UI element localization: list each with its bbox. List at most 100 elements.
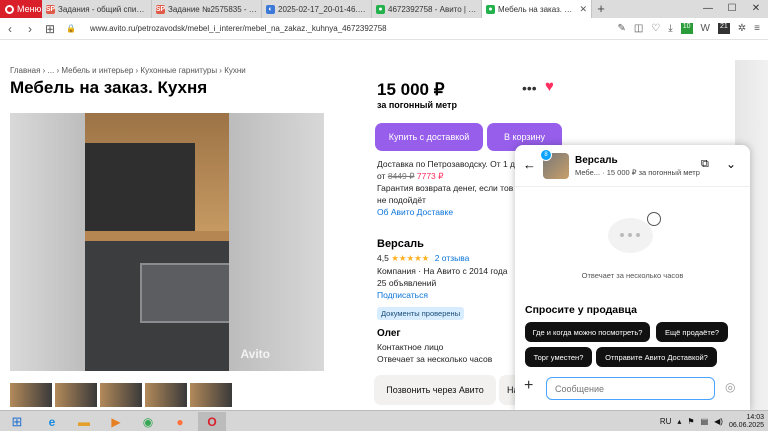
browser-tab-4[interactable]: ● 4672392758 - Авито | Объ: [372, 0, 482, 18]
browser-tab-bar: Меню SP Задания - общий список SP Задани…: [0, 0, 768, 18]
contact-role: Контактное лицо: [377, 342, 444, 352]
seller-name[interactable]: Версаль: [377, 238, 424, 250]
back-arrow-icon[interactable]: ←: [523, 157, 536, 172]
subscribe-link[interactable]: Подписаться: [377, 290, 428, 300]
call-via-avito-button[interactable]: Позвонить через Авито: [374, 375, 496, 405]
browser-tab-3[interactable]: ◐ 2025-02-17_20-01-46.png: [262, 0, 372, 18]
browser-tab-2[interactable]: SP Задание №2575835 - про: [152, 0, 262, 18]
firefox-icon[interactable]: ●: [166, 412, 194, 431]
volume-icon[interactable]: ◀): [714, 417, 723, 426]
camera-icon[interactable]: ◫: [634, 23, 643, 34]
puzzle-icon[interactable]: ✲: [738, 23, 746, 34]
about-delivery-link[interactable]: Об Авито Доставке: [377, 207, 453, 217]
opera-logo-icon: [5, 4, 14, 14]
extension-badge-icon[interactable]: 10: [680, 23, 693, 34]
browser-tab-1[interactable]: SP Задания - общий список: [42, 0, 152, 18]
more-options-icon[interactable]: •••: [522, 80, 537, 96]
favorite-heart-icon[interactable]: ♥: [545, 78, 554, 95]
file-icon: ◐: [266, 4, 275, 14]
menu-icon[interactable]: ≡: [754, 23, 760, 34]
browser-tab-5-active[interactable]: ● Мебель на заказ. Кухня к ✕: [482, 0, 592, 18]
photo-countertop: [85, 231, 230, 241]
message-input[interactable]: [546, 377, 715, 400]
delivery-info: Доставка по Петрозаводску. От 1 д от 844…: [377, 158, 517, 218]
start-button-icon[interactable]: ⊞: [2, 412, 32, 431]
guarantee-text: Гарантия возврата денег, если тов не под…: [377, 183, 514, 205]
sp-icon: SP: [155, 4, 166, 14]
buy-with-delivery-button[interactable]: Купить с доставкой: [375, 123, 483, 151]
chat-response-status: Отвечает за несколько часов: [581, 271, 684, 280]
delivery-new-price: 7773 ₽: [416, 171, 444, 181]
chevron-down-icon[interactable]: ⌄: [726, 157, 736, 171]
seller-company: Компания · На Авито с 2014 года: [377, 266, 508, 276]
quick-question-button[interactable]: Ещё продаёте?: [656, 322, 728, 342]
tab-title: Задания - общий список: [58, 4, 147, 14]
price-unit: за погонный метр: [377, 100, 457, 110]
tab-title: 4672392758 - Авито | Объ: [388, 4, 477, 14]
menu-label: Меню: [17, 4, 42, 14]
chat-input-row: + ◎: [515, 373, 750, 410]
extensions-bar: ✎ ◫ ♡ ⤓ 10 W 21 ✲ ≡: [617, 23, 768, 34]
photo-blur-right: [229, 113, 324, 371]
contact-response-time: Отвечает за несколько часов: [377, 354, 493, 364]
opera-taskbar-icon[interactable]: O: [198, 412, 226, 431]
chat-panel: ← 8 Версаль Мебе... · 15 000 ₽ за погонн…: [515, 145, 750, 410]
opera-menu-button[interactable]: Меню: [0, 0, 42, 18]
page-title: Мебель на заказ. Кухня: [10, 78, 208, 97]
camera-icon[interactable]: ◎: [725, 380, 735, 394]
lock-icon: 🔒: [66, 24, 76, 33]
thumbnail-strip: [10, 383, 232, 407]
contact-name: Олег: [377, 328, 401, 339]
bubble-dot: [636, 233, 640, 237]
chat-item-subtitle: Мебе... · 15 000 ₽ за погонный метр: [575, 168, 700, 177]
breadcrumb[interactable]: Главная › ... › Мебель и интерьер › Кухо…: [10, 66, 246, 75]
product-photo[interactable]: Avito: [10, 113, 324, 371]
close-tab-icon[interactable]: ✕: [579, 4, 587, 15]
ie-icon[interactable]: e: [38, 412, 66, 431]
wordstat-icon[interactable]: W: [701, 23, 710, 34]
thumbnail[interactable]: [190, 383, 232, 407]
network-icon[interactable]: ▤: [701, 417, 709, 426]
tray-arrow-icon[interactable]: ▴: [677, 417, 681, 426]
media-player-icon[interactable]: ▶: [102, 412, 130, 431]
reviews-link[interactable]: 2 отзыва: [435, 253, 470, 263]
thumbnail[interactable]: [100, 383, 142, 407]
quick-question-button[interactable]: Отправите Авито Доставкой?: [596, 347, 717, 367]
bubble-dot: [620, 233, 624, 237]
thumbnail[interactable]: [55, 383, 97, 407]
seller-ads-count[interactable]: 25 объявлений: [377, 278, 436, 288]
delivery-text: Доставка по Петрозаводску. От 1 д: [377, 159, 516, 169]
flag-icon[interactable]: ⚑: [687, 417, 694, 426]
speed-dial-icon[interactable]: ⊞: [40, 22, 60, 36]
quick-question-button[interactable]: Где и когда можно посмотреть?: [525, 322, 650, 342]
rating-stars-icon: ★★★★★: [391, 253, 430, 263]
heart-outline-icon[interactable]: ♡: [651, 23, 660, 34]
tab-title: Мебель на заказ. Кухня к: [498, 4, 576, 14]
chrome-icon[interactable]: ◉: [134, 412, 162, 431]
thumbnail[interactable]: [145, 383, 187, 407]
delivery-old-price: 8449 ₽: [387, 171, 415, 181]
clock-date: 06.06.2025: [728, 421, 764, 429]
forward-icon[interactable]: ›: [20, 22, 40, 36]
close-window-icon[interactable]: ✕: [744, 0, 768, 18]
extension-badge-icon[interactable]: 21: [717, 23, 730, 34]
new-tab-button[interactable]: +: [592, 0, 610, 18]
attach-plus-icon[interactable]: +: [524, 377, 533, 395]
ask-seller-title: Спросите у продавца: [525, 304, 637, 316]
system-tray: RU ▴ ⚑ ▤ ◀) 14:03 06.06.2025: [660, 412, 764, 431]
file-explorer-icon[interactable]: ▬: [70, 412, 98, 431]
edit-icon[interactable]: ✎: [617, 23, 625, 34]
maximize-icon[interactable]: ☐: [720, 0, 744, 18]
thumbnail[interactable]: [10, 383, 52, 407]
chat-unread-badge: 8: [540, 149, 552, 161]
url-field[interactable]: www.avito.ru/petrozavodsk/mebel_i_intere…: [90, 24, 387, 33]
download-icon[interactable]: ⤓: [668, 23, 672, 34]
minimize-icon[interactable]: —: [696, 0, 720, 18]
language-indicator[interactable]: RU: [660, 417, 672, 426]
clock[interactable]: 14:03 06.06.2025: [729, 414, 764, 430]
back-icon[interactable]: ‹: [0, 22, 20, 36]
open-external-icon[interactable]: ⧉: [701, 158, 709, 171]
quick-question-button[interactable]: Торг уместен?: [525, 347, 592, 367]
tab-title: Задание №2575835 - про: [168, 4, 257, 14]
avito-icon: ●: [376, 4, 385, 14]
